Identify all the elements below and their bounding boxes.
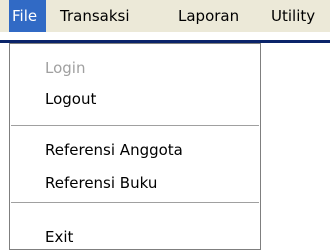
- menu-item-referensi-anggota[interactable]: Referensi Anggota: [45, 138, 183, 162]
- menu-item-login[interactable]: Login: [45, 56, 85, 80]
- menu-item-exit[interactable]: Exit: [45, 225, 73, 249]
- menu-separator: [11, 125, 259, 126]
- menu-laporan[interactable]: Laporan: [178, 0, 239, 32]
- menu-item-referensi-buku[interactable]: Referensi Buku: [45, 171, 157, 195]
- menu-item-logout[interactable]: Logout: [45, 87, 96, 111]
- menu-bar: File Transaksi Laporan Utility: [0, 0, 330, 32]
- menu-file[interactable]: File: [9, 0, 46, 32]
- menu-utility[interactable]: Utility: [271, 0, 315, 32]
- menu-transaksi[interactable]: Transaksi: [60, 0, 130, 32]
- menu-separator: [11, 202, 259, 203]
- file-dropdown-menu: Login Logout Referensi Anggota Referensi…: [9, 43, 261, 250]
